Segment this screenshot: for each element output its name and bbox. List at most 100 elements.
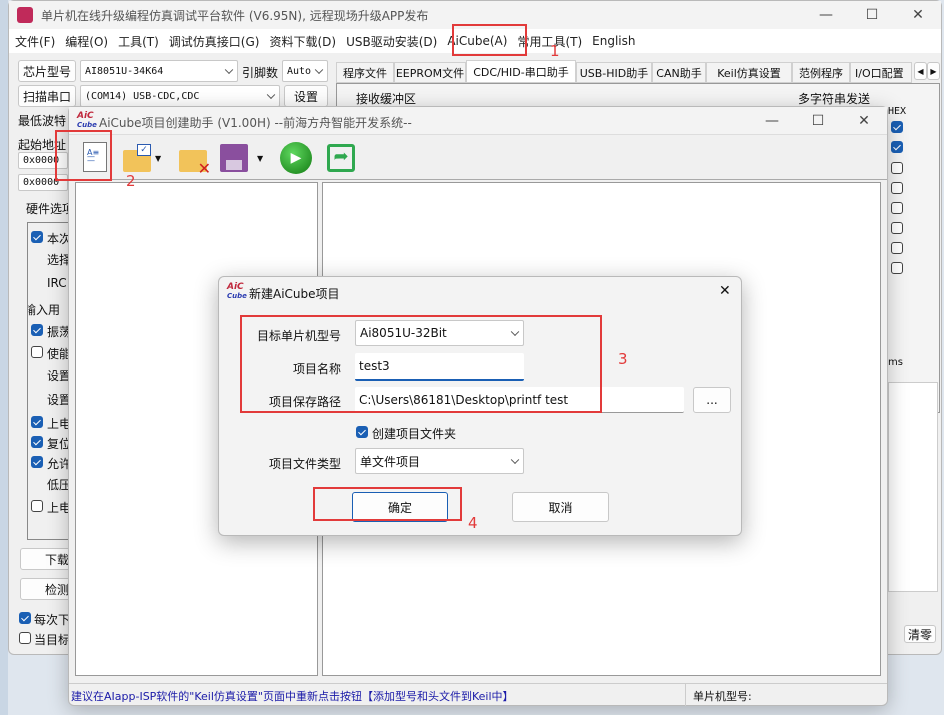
aicube-maximize-button[interactable]: ☐: [795, 107, 841, 135]
pins-value: Auto: [287, 65, 312, 77]
desktop-edge: [0, 0, 8, 715]
aicube-minimize-button[interactable]: —: [749, 107, 795, 135]
maximize-button[interactable]: ☐: [849, 1, 895, 29]
hw-option-checkbox[interactable]: [31, 231, 43, 243]
tab-examples[interactable]: 范例程序: [792, 62, 850, 83]
dropdown-arrow-icon[interactable]: ▼: [155, 154, 161, 163]
hex-checkbox-3[interactable]: [891, 162, 903, 174]
dialog-close-button[interactable]: ✕: [719, 283, 731, 299]
cancel-button[interactable]: 取消: [512, 492, 609, 522]
menu-usb-driver[interactable]: USB驱动安装(D): [346, 33, 437, 50]
minimize-button[interactable]: —: [803, 1, 849, 29]
annotation-3: 3: [618, 350, 628, 368]
file-type-label: 项目文件类型: [268, 457, 341, 471]
tab-scroll-right[interactable]: ▶: [927, 62, 940, 80]
annotation-box-4: [313, 487, 462, 521]
close-project-icon[interactable]: ✕: [179, 150, 211, 178]
tab-eeprom-file[interactable]: EEPROM文件: [394, 62, 466, 83]
menu-downloads[interactable]: 资料下载(D): [269, 33, 336, 50]
hw-option-label: 输入用: [27, 303, 61, 317]
chip-model-value: AI8051U-34K64: [85, 65, 164, 77]
close-button[interactable]: ✕: [895, 1, 941, 29]
aicube-status-bar: 建议在AIapp-ISP软件的"Keil仿真设置"页面中重新点击按钮【添加型号和…: [69, 683, 887, 706]
aicube-close-button[interactable]: ✕: [841, 107, 887, 135]
when-target-checkbox[interactable]: [19, 632, 31, 644]
scan-port-button[interactable]: 扫描串口: [18, 85, 76, 107]
pins-select[interactable]: Auto: [282, 60, 328, 82]
menu-tools[interactable]: 工具(T): [118, 33, 159, 50]
annotation-box-2: [55, 130, 112, 181]
annotation-1: 1: [550, 42, 560, 60]
port-select[interactable]: (COM14) USB-CDC,CDC: [80, 85, 280, 107]
browse-button[interactable]: ...: [693, 387, 731, 413]
chevron-down-icon: [266, 90, 276, 100]
multi-send-label: 多字符串发送: [798, 92, 871, 106]
tab-keil-sim[interactable]: Keil仿真设置: [706, 62, 792, 83]
tab-io-config[interactable]: I/O口配置: [850, 62, 912, 83]
recv-buffer-label: 接收缓冲区: [356, 92, 417, 106]
tab-can[interactable]: CAN助手: [652, 62, 706, 83]
annotation-box-3: [240, 315, 602, 413]
hex-checkbox-1[interactable]: [891, 121, 903, 133]
tab-program-file[interactable]: 程序文件: [336, 62, 394, 83]
hex-checkbox-7[interactable]: [891, 242, 903, 254]
hex-checkbox-2[interactable]: [891, 141, 903, 153]
each-time-label: 每次下: [34, 613, 71, 627]
aicube-titlebar: AiC Cube AiCube项目创建助手 (V1.00H) --前海方舟智能开发…: [69, 107, 887, 135]
chevron-down-icon: [510, 455, 520, 465]
dialog-title: 新建AiCube项目: [249, 287, 340, 301]
hw-option-checkbox[interactable]: [31, 500, 43, 512]
chip-model-select[interactable]: AI8051U-34K64: [80, 60, 238, 82]
dialog-logo-icon: AiC Cube: [227, 282, 247, 301]
when-target-label: 当目标: [34, 633, 71, 647]
hw-option-label: IRC: [47, 276, 67, 290]
open-project-icon[interactable]: ✓: [123, 144, 151, 172]
hex-checkbox-4[interactable]: [891, 182, 903, 194]
tab-cdc-serial[interactable]: CDC/HID-串口助手: [466, 60, 576, 83]
aicube-toolbar: A≡ — — ✓ ▼ ✕ ▼ ▶ ➦: [69, 136, 887, 180]
tab-usb-hid[interactable]: USB-HID助手: [576, 62, 652, 83]
pins-label: 引脚数: [242, 66, 279, 80]
hw-option-checkbox[interactable]: [31, 346, 43, 358]
menu-english[interactable]: English: [592, 34, 635, 48]
aicube-title: AiCube项目创建助手 (V1.00H) --前海方舟智能开发系统--: [99, 116, 412, 130]
hw-option-checkbox[interactable]: [31, 436, 43, 448]
hw-option-checkbox[interactable]: [31, 456, 43, 468]
hex-checkbox-5[interactable]: [891, 202, 903, 214]
app-logo-icon: [17, 7, 33, 23]
hw-options-panel: 本次 选择 IRC 输入用 振荡 使能 设置 设置 上电 复位 允许 低压 上电: [27, 222, 72, 540]
status-chip-model: 单片机型号:: [693, 690, 752, 703]
save-icon[interactable]: [220, 144, 248, 172]
ms-label: ms: [888, 357, 903, 368]
menu-program[interactable]: 编程(O): [65, 33, 108, 50]
annotation-2: 2: [126, 172, 136, 190]
dropdown-arrow-icon[interactable]: ▼: [257, 154, 263, 163]
hw-option-checkbox[interactable]: [31, 416, 43, 428]
menu-debug[interactable]: 调试仿真接口(G): [169, 33, 260, 50]
create-folder-label: 创建项目文件夹: [372, 427, 457, 441]
chevron-down-icon: [314, 65, 324, 75]
export-icon[interactable]: ➦: [327, 144, 355, 172]
hex-checkbox-6[interactable]: [891, 222, 903, 234]
annotation-4: 4: [468, 514, 478, 532]
hex-checkbox-8[interactable]: [891, 262, 903, 274]
each-time-checkbox[interactable]: [19, 612, 31, 624]
port-value: (COM14) USB-CDC,CDC: [85, 90, 200, 102]
aicube-logo-icon: AiC Cube: [77, 111, 97, 130]
menu-file[interactable]: 文件(F): [15, 33, 55, 50]
chip-model-button[interactable]: 芯片型号: [18, 60, 76, 82]
create-folder-checkbox[interactable]: [356, 426, 368, 438]
hw-options-tab[interactable]: 硬件选项: [26, 200, 74, 217]
hw-option-checkbox[interactable]: [31, 324, 43, 336]
port-settings-button[interactable]: 设置: [284, 85, 328, 107]
status-hint: 建议在AIapp-ISP软件的"Keil仿真设置"页面中重新点击按钮【添加型号和…: [71, 690, 514, 703]
run-icon[interactable]: ▶: [280, 142, 312, 174]
clear-button[interactable]: 清零: [904, 625, 936, 643]
send-area[interactable]: [888, 382, 938, 592]
file-type-select[interactable]: 单文件项目: [355, 448, 524, 474]
tab-scroll-left[interactable]: ◀: [914, 62, 927, 80]
chevron-down-icon: [224, 65, 234, 75]
min-baud-label: 最低波特: [18, 114, 67, 128]
main-title: 单片机在线升级编程仿真调试平台软件 (V6.95N), 远程现场升级APP发布: [41, 9, 429, 23]
hex-label: HEX: [888, 106, 907, 117]
